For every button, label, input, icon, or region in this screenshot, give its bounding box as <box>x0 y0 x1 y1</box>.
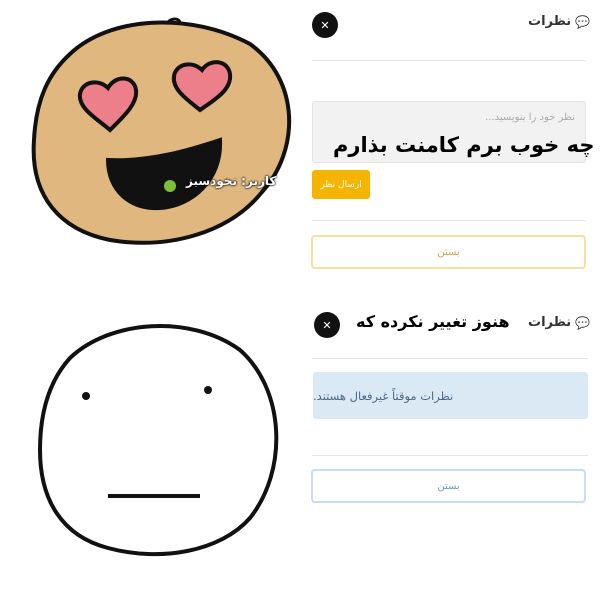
comment-placeholder: نظر خود را بنویسید... <box>485 112 575 123</box>
face-outline <box>37 324 279 557</box>
heart-eyes-face <box>31 17 291 245</box>
notice-text: نظرات موقتاً غیرفعال هستند. <box>313 388 454 403</box>
caption-top: عه چه خوب برم کامنت بذارم <box>333 133 600 157</box>
eye-left <box>82 392 90 400</box>
eye-right <box>204 386 212 394</box>
comments-disabled-notice: نظرات موقتاً غیرفعال هستند. <box>313 372 588 419</box>
close-icon[interactable]: ✕ <box>314 312 340 338</box>
comments-title-bottom: 💬 نظرات <box>528 315 590 330</box>
comments-title-label: نظرات <box>528 315 572 330</box>
pea-icon <box>164 180 176 192</box>
send-comment-button[interactable]: ارسال نظر <box>312 170 370 199</box>
speech-bubble-icon: 💬 <box>575 14 591 29</box>
close-button-top[interactable]: بستن <box>311 235 586 269</box>
close-icon[interactable]: ✕ <box>312 12 338 38</box>
divider <box>312 220 586 221</box>
close-button-bottom[interactable]: بستن <box>311 469 586 503</box>
divider <box>312 455 588 456</box>
divider <box>312 60 586 61</box>
caption-bottom: هنوز تغییر نکرده که <box>356 312 510 331</box>
watermark-text: کاربر: نخودسبز <box>186 174 277 188</box>
comments-title-top: 💬 نظرات <box>528 14 590 29</box>
comments-title-label: نظرات <box>528 14 572 29</box>
speech-bubble-icon: 💬 <box>575 315 591 330</box>
divider <box>312 358 588 359</box>
neutral-face <box>37 324 279 557</box>
